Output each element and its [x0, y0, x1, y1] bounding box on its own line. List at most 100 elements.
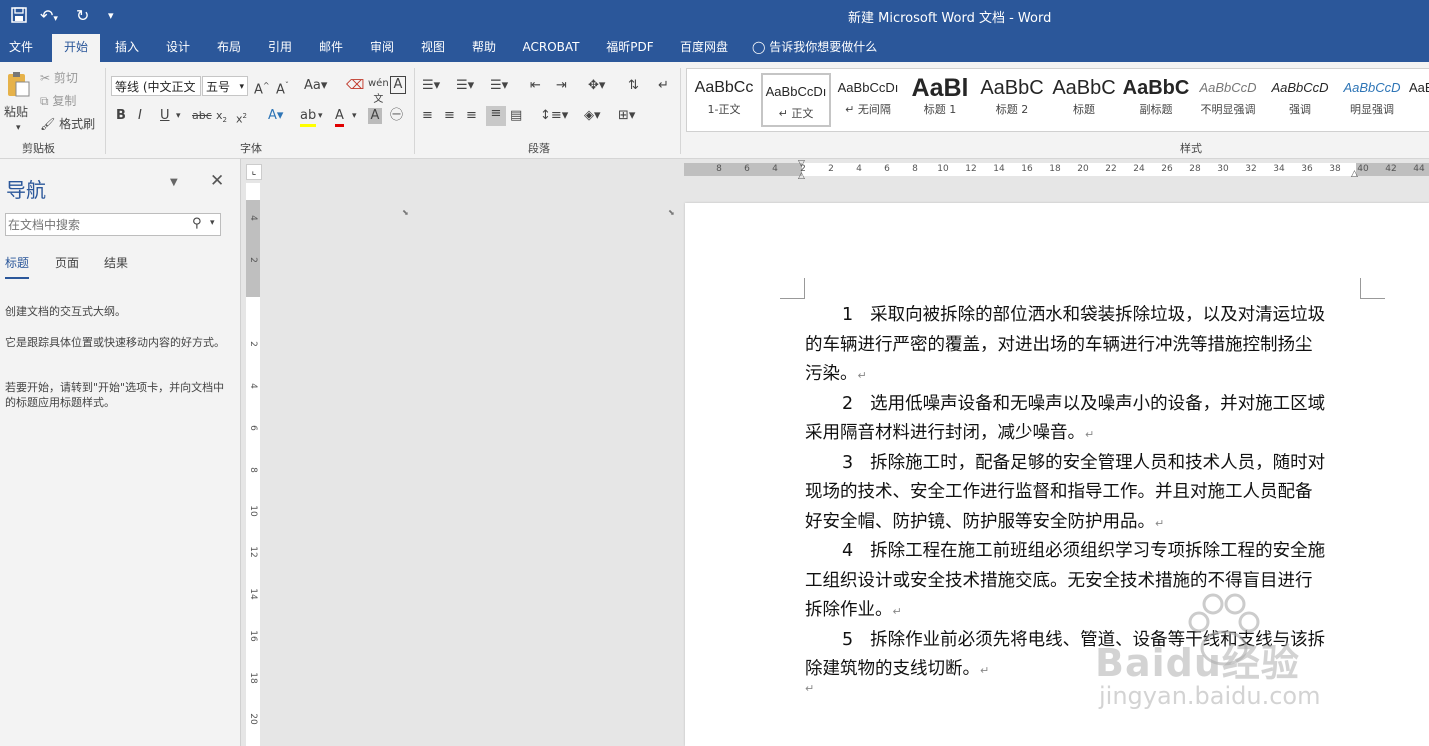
- bullets-icon[interactable]: ☰▾: [422, 78, 440, 94]
- ruler-number: 32: [1245, 164, 1257, 174]
- vertical-ruler[interactable]: 4 2 2 4 6 8 10 12 14 16 18 20: [246, 183, 260, 746]
- nav-options-icon[interactable]: ▼: [170, 177, 178, 188]
- paste-button[interactable]: 粘贴: [4, 104, 28, 120]
- first-line-indent-icon[interactable]: ▽: [798, 159, 805, 169]
- shading-icon[interactable]: ◈▾: [584, 108, 601, 124]
- style-intense-emphasis[interactable]: AaBbCcD 明显强调: [1337, 71, 1407, 127]
- paste-icon[interactable]: [4, 70, 32, 98]
- format-painter-button[interactable]: 🖌 格式刷: [40, 116, 95, 132]
- sort-icon[interactable]: ⇅: [628, 78, 639, 94]
- close-icon[interactable]: ✕: [210, 171, 224, 191]
- highlight-dropdown-icon[interactable]: ▾: [318, 108, 323, 124]
- ruler-number: 14: [993, 164, 1005, 174]
- search-input[interactable]: [8, 216, 184, 233]
- decrease-indent-icon[interactable]: ⇤: [530, 78, 541, 94]
- chevron-down-icon[interactable]: ▾: [210, 218, 215, 228]
- font-color-icon[interactable]: A: [335, 108, 344, 127]
- font-launcher-icon[interactable]: ⬊: [402, 208, 409, 217]
- bold-icon[interactable]: B: [116, 108, 126, 124]
- tab-help[interactable]: 帮助: [463, 34, 505, 62]
- nav-tab-pages[interactable]: 页面: [55, 254, 79, 271]
- paragraph-text: 拆除作业。: [805, 600, 893, 620]
- tab-selector-icon[interactable]: ⌞: [246, 164, 262, 180]
- horizontal-ruler[interactable]: 8 6 4 2 2 4 6 8 10 12 14 16 18 20 22 24 26 28 30 32 34 36 38 40…: [684, 159, 1429, 181]
- font-color-dropdown-icon[interactable]: ▾: [352, 108, 357, 124]
- undo-icon[interactable]: ↶▾: [40, 6, 58, 29]
- style-heading-1[interactable]: AaBl 标题 1: [905, 71, 975, 127]
- text-effects-icon[interactable]: A▾: [268, 108, 283, 124]
- underline-dropdown-icon[interactable]: ▾: [176, 108, 181, 124]
- tab-layout[interactable]: 布局: [208, 34, 250, 62]
- change-case-icon[interactable]: Aa▾: [304, 78, 327, 94]
- tab-view[interactable]: 视图: [412, 34, 454, 62]
- distributed-icon[interactable]: ▤: [510, 108, 522, 124]
- save-icon[interactable]: [10, 6, 28, 29]
- right-indent-icon[interactable]: △: [1351, 169, 1358, 179]
- style-title[interactable]: AaBbC 标题: [1049, 71, 1119, 127]
- document-paragraph[interactable]: 3 拆除施工时，配备足够的安全管理人员和技术人员，随时对 现场的技术、安全工作进行监…: [805, 449, 1360, 539]
- tab-design[interactable]: 设计: [157, 34, 199, 62]
- ruler-margin-left: [684, 163, 802, 176]
- style-normal[interactable]: AaBbCcDı ↵ 正文: [761, 73, 831, 127]
- tab-acrobat[interactable]: ACROBAT: [514, 34, 588, 62]
- tab-baidu-netdisk[interactable]: 百度网盘: [672, 34, 736, 62]
- nav-tab-results[interactable]: 结果: [104, 254, 128, 271]
- style-heading-2[interactable]: AaBbC 标题 2: [977, 71, 1047, 127]
- nav-tab-headings[interactable]: 标题: [5, 254, 30, 279]
- superscript-icon[interactable]: x2: [236, 108, 247, 128]
- underline-icon[interactable]: U: [160, 108, 170, 124]
- strikethrough-icon[interactable]: abc: [192, 108, 212, 124]
- tab-review[interactable]: 审阅: [361, 34, 403, 62]
- nav-search-box[interactable]: ⚲ ▾: [5, 213, 221, 236]
- tab-mailings[interactable]: 邮件: [310, 34, 352, 62]
- align-center-icon[interactable]: ≡: [444, 108, 455, 124]
- character-border-icon[interactable]: A: [390, 76, 406, 94]
- style-subtle-emphasis[interactable]: AaBbCcD 不明显强调: [1193, 71, 1263, 127]
- line-spacing-icon[interactable]: ↕≡▾: [540, 108, 568, 124]
- font-size-combo[interactable]: 五号 ▾: [202, 76, 248, 96]
- chinese-layout-icon[interactable]: ✥▾: [588, 78, 605, 94]
- italic-icon[interactable]: I: [138, 108, 142, 124]
- redo-icon[interactable]: ↻: [76, 6, 89, 26]
- style-1-zhengwen[interactable]: AaBbCc 1-正文: [689, 71, 759, 127]
- tab-file[interactable]: 文件: [0, 34, 42, 62]
- ribbon: 粘贴 ▾ ✂ 剪切 ⧉ 复制 🖌 格式刷 剪贴板 ⬊ 等线 (中文正文 五号▾ …: [0, 62, 1429, 217]
- enclose-characters-icon[interactable]: ㊀: [390, 108, 403, 124]
- phonetic-guide-icon[interactable]: wén 文: [368, 76, 389, 108]
- style-no-spacing[interactable]: AaBbCcDı ↵ 无间隔: [833, 71, 903, 127]
- customize-icon[interactable]: ▾: [108, 6, 114, 26]
- document-paragraph[interactable]: 1 采取向被拆除的部位洒水和袋装拆除垃圾，以及对清运垃圾 的车辆进行严密的覆盖，对进…: [805, 301, 1360, 391]
- borders-icon[interactable]: ⊞▾: [618, 108, 635, 124]
- subscript-icon[interactable]: x2: [216, 108, 227, 128]
- search-icon[interactable]: ⚲: [192, 216, 202, 231]
- show-marks-icon[interactable]: ↵: [658, 78, 669, 94]
- tab-foxit-pdf[interactable]: 福昕PDF: [598, 34, 662, 62]
- paste-dropdown-icon[interactable]: ▾: [16, 120, 21, 136]
- font-name-combo[interactable]: 等线 (中文正文: [111, 76, 201, 96]
- tab-insert[interactable]: 插入: [106, 34, 148, 62]
- multilevel-list-icon[interactable]: ☰▾: [490, 78, 508, 94]
- paragraph-launcher-icon[interactable]: ⬊: [668, 208, 675, 217]
- style-more[interactable]: AaB: [1409, 71, 1429, 127]
- character-shading-icon[interactable]: A: [368, 108, 382, 124]
- style-emphasis[interactable]: AaBbCcD 强调: [1265, 71, 1335, 127]
- clear-formatting-icon[interactable]: ⌫: [346, 78, 364, 94]
- style-subtitle[interactable]: AaBbC 副标题: [1121, 71, 1191, 127]
- copy-button[interactable]: ⧉ 复制: [40, 93, 76, 109]
- ruler-number: 6: [884, 164, 890, 174]
- document-paragraph[interactable]: 2 选用低噪声设备和无噪声以及噪声小的设备，并对施工区域 采用隔音材料进行封闭，减少…: [805, 390, 1360, 450]
- cut-button[interactable]: ✂ 剪切: [40, 70, 78, 86]
- increase-indent-icon[interactable]: ⇥: [556, 78, 567, 94]
- grow-font-icon[interactable]: A^: [254, 78, 270, 98]
- ruler-number: 2: [828, 164, 834, 174]
- justify-icon[interactable]: ≡: [486, 106, 506, 126]
- tab-home[interactable]: 开始: [52, 34, 100, 62]
- hanging-indent-icon[interactable]: △: [798, 171, 805, 181]
- shrink-font-icon[interactable]: Aˇ: [276, 78, 289, 98]
- tab-references[interactable]: 引用: [259, 34, 301, 62]
- numbering-icon[interactable]: ☰▾: [456, 78, 474, 94]
- tell-me-box[interactable]: ◯ 告诉我你想要做什么: [752, 34, 892, 62]
- align-left-icon[interactable]: ≡: [422, 108, 433, 124]
- align-right-icon[interactable]: ≡: [466, 108, 477, 124]
- highlight-icon[interactable]: ab: [300, 108, 317, 127]
